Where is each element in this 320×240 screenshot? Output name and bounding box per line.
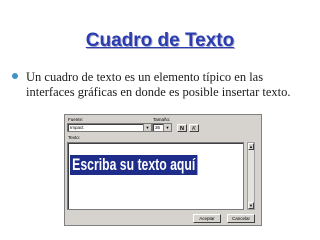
slide-title: Cuadro de Texto [85,30,235,51]
font-select[interactable]: Impact ▼ [67,123,152,132]
accept-button[interactable]: Aceptar [193,214,221,223]
text-input-value: Escriba su texto aquí [70,155,198,175]
bullet-icon [12,73,18,79]
bold-button[interactable]: N [177,124,187,132]
bullet-item: Un cuadro de texto es un elemento típico… [12,70,312,100]
cancel-button[interactable]: Cancelar [227,214,255,223]
vertical-scrollbar[interactable]: ▲ ▼ [247,142,255,210]
text-input-area[interactable]: Escriba su texto aquí [67,142,244,210]
font-label: Fuente: [68,117,84,122]
chevron-down-icon[interactable]: ▼ [163,124,171,131]
chevron-down-icon[interactable]: ▼ [143,124,151,131]
text-label: Texto: [68,135,81,140]
bullet-text: Un cuadro de texto es un elemento típico… [26,70,291,99]
italic-button[interactable]: K [189,124,199,132]
font-value: Impact [70,125,84,130]
size-label: Tamaño: [153,117,171,122]
size-value: 36 [155,125,161,130]
scroll-down-icon[interactable]: ▼ [248,202,254,209]
size-select[interactable]: 36 ▼ [152,123,172,132]
scroll-up-icon[interactable]: ▲ [248,143,254,150]
wordart-text-dialog: Fuente: Impact ▼ Tamaño: 36 ▼ N K Texto:… [64,114,262,226]
